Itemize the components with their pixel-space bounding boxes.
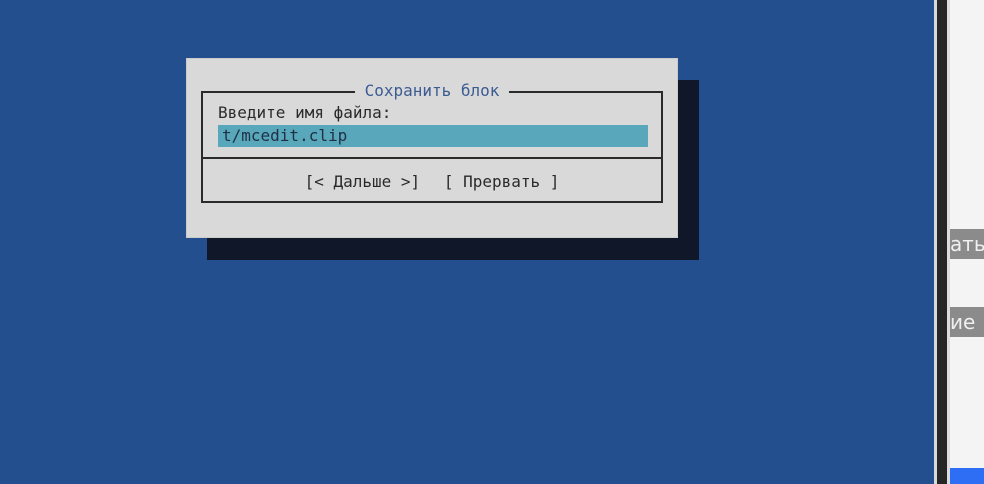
dialog-buttons: [< Дальше >] [ Прервать ] [186, 171, 678, 193]
right-peek-top: ать [950, 229, 984, 259]
filename-prompt: Введите имя файла: [218, 103, 392, 122]
screen: Сохранить блок Введите имя файла: t/mced… [0, 0, 984, 484]
cancel-button[interactable]: [ Прервать ] [444, 171, 560, 193]
right-side-panel: ать ие [950, 0, 984, 484]
filename-input[interactable]: t/mcedit.clip [218, 125, 648, 147]
save-block-dialog: Сохранить блок Введите имя файла: t/mced… [186, 58, 678, 238]
next-button[interactable]: [< Дальше >] [305, 171, 421, 193]
right-peek-bottom: ие [950, 307, 984, 337]
dialog-divider [201, 157, 663, 159]
vertical-divider [934, 0, 950, 484]
right-bottom-strip [950, 468, 984, 484]
